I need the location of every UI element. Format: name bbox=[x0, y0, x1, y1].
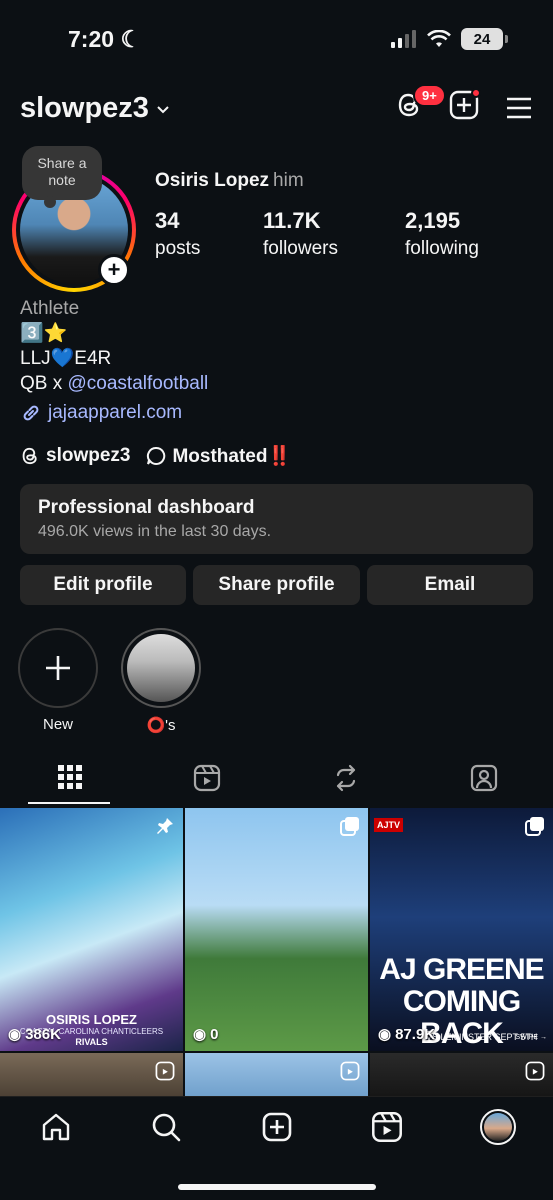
dashboard-subtitle: 496.0K views in the last 30 days. bbox=[38, 523, 272, 540]
add-story-plus-icon[interactable]: + bbox=[98, 254, 130, 286]
eye-icon: ◉ bbox=[193, 1026, 207, 1043]
home-icon[interactable] bbox=[40, 1111, 72, 1143]
threads-badge: 9+ bbox=[413, 84, 446, 107]
profile-handles: slowpez3 Mosthated‼️ bbox=[20, 444, 291, 468]
professional-dashboard[interactable]: Professional dashboard 496.0K views in t… bbox=[20, 484, 533, 554]
bio-external-link[interactable]: jajaapparel.com bbox=[20, 402, 182, 424]
bio: Athlete 3️⃣⭐️ LLJ💙E4R QB x @coastalfootb… bbox=[20, 296, 208, 396]
status-icons: 24 bbox=[391, 28, 508, 50]
plus-icon bbox=[46, 656, 70, 680]
bio-line: 3️⃣⭐️ bbox=[20, 323, 68, 344]
stat-posts[interactable]: 34 posts bbox=[155, 208, 200, 260]
post-views: ◉ 0 bbox=[193, 1025, 219, 1044]
reel-icon bbox=[525, 1061, 545, 1081]
avatar-thumbnail bbox=[484, 1113, 512, 1141]
reel-icon bbox=[340, 1061, 360, 1081]
grid-post[interactable]: OSIRIS LOPEZ COASTAL CAROLINA CHANTICLEE… bbox=[0, 808, 183, 1051]
share-note-bubble[interactable]: Share a note bbox=[22, 146, 102, 208]
carousel-icon bbox=[340, 817, 359, 836]
grid-post[interactable] bbox=[370, 1053, 553, 1098]
bio-mention-link[interactable]: @coastalfootball bbox=[68, 373, 209, 394]
grid-post[interactable] bbox=[0, 1053, 183, 1098]
carousel-icon bbox=[525, 817, 544, 836]
speech-bubble-icon bbox=[147, 446, 166, 465]
search-icon[interactable] bbox=[150, 1111, 182, 1143]
dashboard-title: Professional dashboard bbox=[38, 497, 255, 518]
highlight-new[interactable]: New bbox=[18, 628, 98, 733]
threads-handle-chip[interactable]: slowpez3 bbox=[20, 445, 130, 467]
edit-profile-button[interactable]: Edit profile bbox=[20, 565, 186, 605]
grid-tab-icon[interactable] bbox=[57, 764, 83, 790]
email-button[interactable]: Email bbox=[367, 565, 533, 605]
profile-tabs bbox=[0, 758, 553, 806]
moon-icon: ☾ bbox=[120, 26, 142, 52]
create-post-icon[interactable] bbox=[261, 1111, 293, 1143]
home-indicator bbox=[178, 1184, 376, 1190]
create-button[interactable] bbox=[449, 88, 481, 125]
reposts-tab-icon[interactable] bbox=[332, 764, 360, 792]
post-swipe: SWIPE → bbox=[515, 1034, 547, 1041]
reels-tab-icon[interactable] bbox=[193, 764, 221, 792]
wifi-icon bbox=[427, 30, 451, 47]
stat-following[interactable]: 2,195 following bbox=[405, 208, 479, 260]
display-name: Osiris Lopez him bbox=[155, 170, 304, 191]
grid-post[interactable]: AJTV AJ GREENE COMING BACK VS LEMINSTER S… bbox=[370, 808, 553, 1051]
stat-followers[interactable]: 11.7K followers bbox=[263, 208, 338, 260]
pin-icon bbox=[157, 818, 173, 834]
threads-button[interactable]: 9+ bbox=[395, 84, 446, 125]
status-note-chip[interactable]: Mosthated‼️ bbox=[146, 444, 291, 468]
status-bar: 7:20 ☾ 24 bbox=[0, 0, 553, 84]
bio-category: Athlete bbox=[20, 298, 80, 319]
notification-dot bbox=[471, 88, 481, 98]
pronoun: him bbox=[273, 170, 304, 191]
signal-icon bbox=[391, 30, 416, 48]
link-icon bbox=[23, 405, 39, 421]
battery-indicator: 24 bbox=[461, 28, 508, 50]
grid-post[interactable] bbox=[185, 1053, 368, 1098]
profile-header: slowpez3 9+ bbox=[0, 84, 553, 136]
account-switcher[interactable]: slowpez3 bbox=[20, 92, 171, 125]
share-profile-button[interactable]: Share profile bbox=[193, 565, 360, 605]
active-tab-indicator bbox=[28, 802, 110, 804]
bio-line: LLJ💙E4R bbox=[20, 348, 112, 369]
post-views: ◉ 386K bbox=[8, 1025, 61, 1044]
menu-icon[interactable] bbox=[505, 96, 533, 120]
status-time: 7:20 ☾ bbox=[68, 26, 142, 52]
grid-post[interactable]: ◉ 0 bbox=[185, 808, 368, 1051]
tagged-tab-icon[interactable] bbox=[470, 764, 498, 792]
threads-icon bbox=[22, 447, 37, 465]
eye-icon: ◉ bbox=[378, 1026, 392, 1043]
reels-icon[interactable] bbox=[371, 1111, 403, 1143]
username-label: slowpez3 bbox=[20, 92, 149, 124]
chevron-down-icon bbox=[157, 105, 169, 113]
bio-line: QB x @coastalfootball bbox=[20, 373, 209, 394]
highlight-story[interactable]: ⭕️'s bbox=[121, 628, 201, 734]
reel-icon bbox=[155, 1061, 175, 1081]
eye-icon: ◉ bbox=[8, 1026, 22, 1043]
highlight-cover bbox=[127, 634, 195, 702]
post-logo: AJTV bbox=[374, 818, 404, 832]
post-views: ◉ 87.9K bbox=[378, 1025, 436, 1044]
profile-avatar-tab[interactable] bbox=[480, 1109, 516, 1145]
